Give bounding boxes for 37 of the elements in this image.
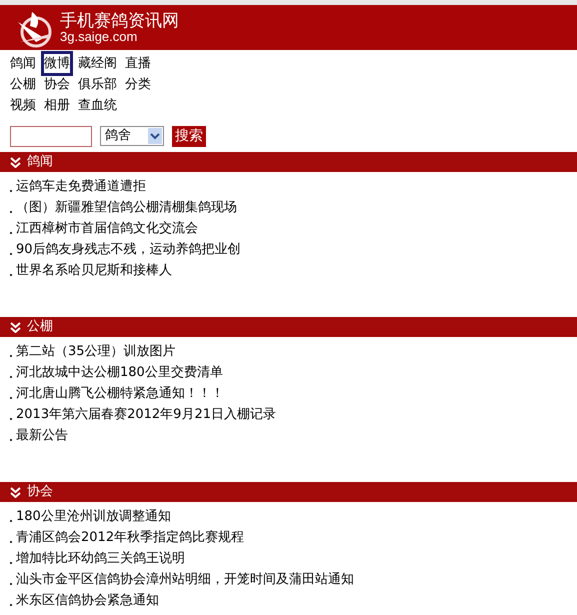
search-button[interactable]: 搜索 — [172, 126, 206, 146]
site-title: 手机赛鸽资讯网 — [60, 12, 179, 30]
news-link[interactable]: 运鸽车走免费通道遭拒 — [16, 176, 146, 196]
nav-link[interactable]: 公棚 — [10, 74, 36, 94]
nav-link[interactable]: 藏经阁 — [78, 54, 117, 74]
news-link[interactable]: 河北唐山腾飞公棚特紧急通知！！！ — [16, 384, 224, 404]
news-link[interactable]: 汕头市金平区信鸽协会漳州站明细，开笼时间及蒲田站通知 — [16, 570, 354, 590]
nav-link[interactable]: 直播 — [125, 54, 151, 74]
nav-link[interactable]: 相册 — [44, 96, 70, 116]
site-url: 3g.saige.com — [60, 30, 138, 42]
nav-link[interactable]: 鸽闻 — [10, 54, 36, 74]
news-link[interactable]: 2013年第六届春赛2012年9月21日入棚记录 — [16, 404, 276, 424]
nav-link[interactable]: 查血统 — [78, 96, 117, 116]
nav-link[interactable]: 俱乐部 — [78, 74, 117, 94]
nav-link[interactable]: 微博 — [44, 54, 70, 74]
search-field[interactable] — [10, 126, 92, 146]
news-link[interactable]: 江西樟树市首届信鸽文化交流会 — [16, 218, 198, 238]
news-link[interactable]: 90后鸽友身残志不残，运动养鸽把业创 — [16, 240, 241, 260]
nav-link[interactable]: 视频 — [10, 96, 36, 116]
news-link[interactable]: 第二站（35公理）训放图片 — [16, 342, 176, 362]
news-link[interactable]: 增加特比环幼鸽三关鸽王说明 — [16, 548, 185, 568]
nav-link[interactable]: 分类 — [125, 74, 151, 94]
news-link[interactable]: 米东区信鸽协会紧急通知 — [16, 590, 159, 610]
section-title: 协会 — [27, 483, 53, 502]
chevron-down-icon — [10, 322, 21, 332]
news-link[interactable]: 世界名系哈贝尼斯和接棒人 — [16, 260, 172, 280]
section-title: 公棚 — [27, 318, 53, 336]
news-link[interactable]: （图）新疆雅望信鸽公棚清棚集鸽现场 — [16, 198, 237, 218]
nav-link[interactable]: 协会 — [44, 74, 70, 94]
news-link[interactable]: 180公里沧州训放调整通知 — [16, 506, 171, 526]
news-link[interactable]: 青浦区鸽会2012年秋季指定鸽比赛规程 — [16, 528, 244, 548]
news-link[interactable]: 最新公告 — [16, 426, 68, 446]
news-link[interactable]: 河北故城中达公棚180公里交费清单 — [16, 362, 223, 382]
chevron-down-icon — [10, 156, 21, 168]
category-select[interactable]: 鸽舍 — [100, 126, 164, 146]
chevron-down-icon — [10, 486, 21, 498]
section-title: 鸽闻 — [27, 153, 53, 172]
